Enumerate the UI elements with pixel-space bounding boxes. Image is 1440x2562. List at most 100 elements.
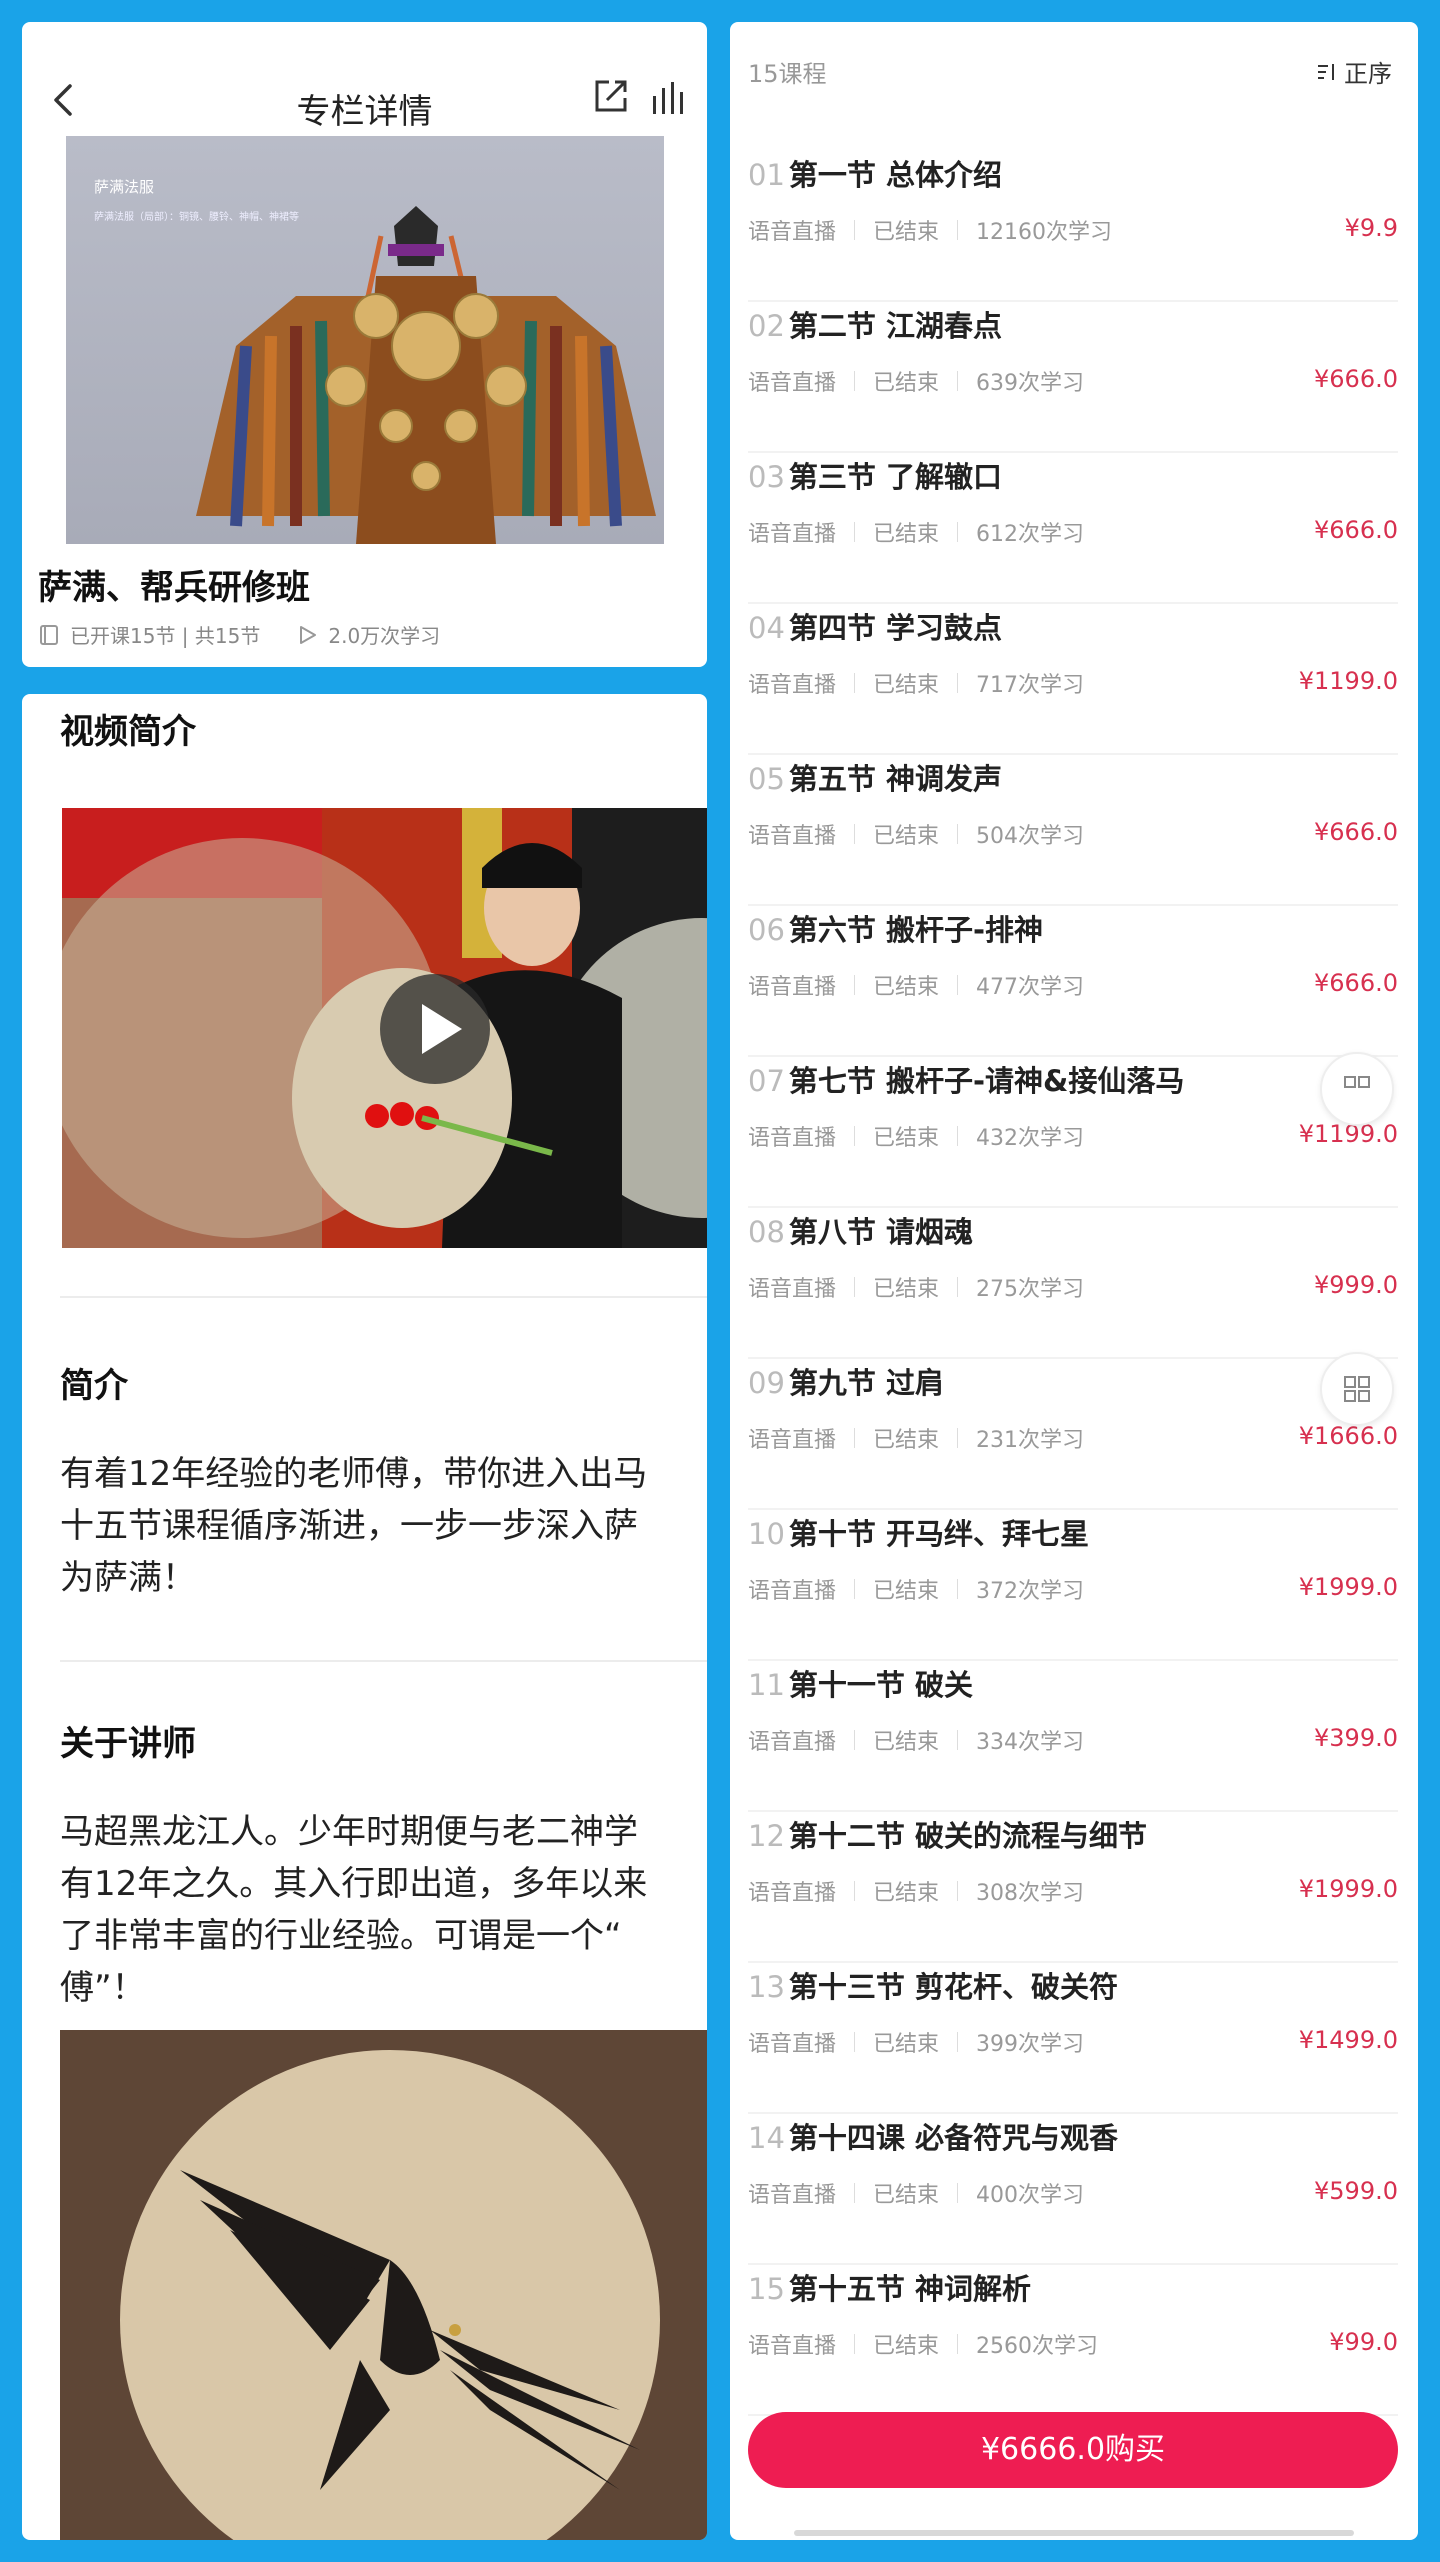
lesson-views: 308次学习: [976, 1881, 1085, 1906]
lesson-price: ¥666.0: [1314, 818, 1398, 846]
lesson-status: 已结束: [873, 673, 940, 698]
lesson-item[interactable]: 07 第七节 搬杆子-请神&接仙落马 语音直播 已结束 432次学习 ¥1199.0: [748, 1058, 1398, 1208]
separator: [854, 1579, 856, 1599]
separator: [957, 673, 959, 693]
lesson-title: 10 第十节 开马绊、拜七星: [748, 1511, 1089, 1553]
column-header-card: 专栏详情 萨满法服 萨满法服（局部）：铜镜、腰铃、神帽、神裙等 萨满、帮兵研修班…: [22, 22, 707, 667]
course-title: 萨满、帮兵研修班: [38, 568, 310, 608]
teacher-text: 马超黑龙江人。少年时期便与老二神学 有12年之久。其入行即出道，多年以来 了非常…: [60, 1812, 648, 2008]
separator: [854, 673, 856, 693]
lesson-item[interactable]: 02 第二节 江湖春点 语音直播 已结束 639次学习 ¥666.0: [748, 303, 1398, 453]
lesson-views: 504次学习: [976, 824, 1085, 849]
lesson-price: ¥1999.0: [1298, 1875, 1398, 1903]
lesson-type: 语音直播: [748, 1126, 837, 1151]
lessons-info: 已开课15节 | 共15节: [70, 624, 261, 648]
lesson-name: 第十节 开马绊、拜七星: [788, 1517, 1090, 1551]
lesson-number: 08: [748, 1215, 785, 1249]
separator: [854, 1126, 856, 1146]
lesson-type: 语音直播: [748, 2334, 837, 2359]
lesson-views: 399次学习: [976, 2032, 1085, 2057]
separator: [957, 1277, 959, 1297]
nav-bar: 专栏详情: [22, 22, 707, 152]
lesson-status: 已结束: [873, 371, 940, 396]
sort-label: 正序: [1344, 60, 1392, 88]
lesson-title: 07 第七节 搬杆子-请神&接仙落马: [748, 1058, 1184, 1100]
lesson-item[interactable]: 15 第十五节 神词解析 语音直播 已结束 2560次学习 ¥99.0: [748, 2266, 1398, 2416]
separator: [957, 2032, 959, 2052]
lesson-item[interactable]: 10 第十节 开马绊、拜七星 语音直播 已结束 372次学习 ¥1999.0: [748, 1511, 1398, 1661]
grid-icon: [1344, 1376, 1370, 1402]
lesson-price: ¥599.0: [1314, 2177, 1398, 2205]
lesson-meta: 语音直播 已结束 504次学习: [748, 818, 1084, 850]
lesson-item[interactable]: 05 第五节 神调发声语音直播 已结束 504次学习 ¥666.0: [748, 756, 1398, 906]
separator: [957, 522, 959, 542]
separator: [957, 2334, 959, 2354]
play-button[interactable]: [380, 974, 490, 1084]
separator: [854, 824, 856, 844]
lesson-item[interactable]: 04 第四节 学习鼓点 语音直播 已结束 717次学习 ¥1199.0: [748, 605, 1398, 755]
lesson-number: 11: [748, 1668, 785, 1702]
lesson-type: 语音直播: [748, 1579, 837, 1604]
lesson-type: 语音直播: [748, 522, 837, 547]
separator: [957, 1881, 959, 1901]
lesson-views: 372次学习: [976, 1579, 1085, 1604]
lesson-item[interactable]: 12 第十二节 破关的流程与细节 语音直播 已结束 308次学习 ¥1999.0: [748, 1813, 1398, 1963]
lesson-item[interactable]: 14 第十四课 必备符咒与观香 语音直播 已结束 400次学习 ¥599.0: [748, 2115, 1398, 2265]
lesson-name: 第十二节 破关的流程与细节: [788, 1819, 1148, 1853]
lesson-price: ¥1666.0: [1298, 1422, 1398, 1450]
separator: [854, 1730, 856, 1750]
lesson-type: 语音直播: [748, 1277, 837, 1302]
lesson-views: 639次学习: [976, 371, 1085, 396]
lesson-type: 语音直播: [748, 673, 837, 698]
intro-card: 视频简介 简介 有着12年经验的老师傅，带你进入出马 十五节课程循序渐进，一步一…: [22, 694, 707, 2540]
separator: [854, 371, 856, 391]
stats-icon[interactable]: [649, 78, 689, 118]
lesson-title: 11 第十一节 破关: [748, 1662, 973, 1704]
floating-grid-button[interactable]: [1320, 1052, 1394, 1126]
lesson-views: 432次学习: [976, 1126, 1085, 1151]
separator: [854, 2334, 856, 2354]
lesson-name: 第四节 学习鼓点: [788, 611, 1003, 645]
share-icon[interactable]: [591, 76, 631, 116]
separator: [854, 2183, 856, 2203]
lesson-item[interactable]: 06 第六节 搬杆子-排神 语音直播 已结束 477次学习 ¥666.0: [748, 907, 1398, 1057]
floating-grid-button[interactable]: [1320, 1352, 1394, 1426]
buy-button[interactable]: ¥6666.0购买: [748, 2412, 1398, 2488]
lesson-title: 05 第五节 神调发声: [748, 756, 1002, 798]
lesson-name: 第十三节 剪花杆、破关符: [788, 1970, 1119, 2004]
lesson-price: ¥999.0: [1314, 1271, 1398, 1299]
lesson-type: 语音直播: [748, 1730, 837, 1755]
lesson-type: 语音直播: [748, 1428, 837, 1453]
lesson-number: 05: [748, 762, 785, 796]
lesson-views: 2560次学习: [976, 2334, 1099, 2359]
lesson-type: 语音直播: [748, 824, 837, 849]
lesson-item[interactable]: 01 第一节 总体介绍 语音直播 已结束 12160次学习 ¥9.9: [748, 152, 1398, 302]
lesson-meta: 语音直播 已结束 334次学习: [748, 1724, 1084, 1756]
course-count: 15课程: [748, 60, 827, 88]
eagle-drum-image: [60, 2030, 707, 2540]
lesson-name: 第七节 搬杆子-请神&接仙落马: [788, 1064, 1185, 1098]
lesson-item[interactable]: 08 第八节 请烟魂 语音直播 已结束 275次学习 ¥999.0: [748, 1209, 1398, 1359]
lesson-item[interactable]: 11 第十一节 破关 语音直播 已结束 334次学习 ¥399.0: [748, 1662, 1398, 1812]
lesson-item[interactable]: 09 第九节 过肩 语音直播 已结束 231次学习 ¥1666.0: [748, 1360, 1398, 1510]
separator: [957, 220, 959, 240]
lesson-title: 09 第九节 过肩: [748, 1360, 944, 1402]
course-cover-image[interactable]: 萨满法服 萨满法服（局部）：铜镜、腰铃、神帽、神裙等: [66, 136, 664, 544]
summary-heading: 简介: [60, 1366, 128, 1406]
lesson-status: 已结束: [873, 220, 940, 245]
lesson-price: ¥666.0: [1314, 516, 1398, 544]
lesson-name: 第十一节 破关: [788, 1668, 974, 1702]
lesson-name: 第十四课 必备符咒与观香: [788, 2121, 1119, 2155]
lesson-item[interactable]: 03 第三节 了解辙口 语音直播 已结束 612次学习 ¥666.0: [748, 454, 1398, 604]
lesson-item[interactable]: 13 第十三节 剪花杆、破关符 语音直播 已结束 399次学习 ¥1499.0: [748, 1964, 1398, 2114]
lesson-type: 语音直播: [748, 1881, 837, 1906]
lesson-number: 03: [748, 460, 785, 494]
lesson-number: 07: [748, 1064, 785, 1098]
video-intro-heading: 视频简介: [60, 712, 196, 752]
lesson-name: 第二节 江湖春点: [788, 309, 1003, 343]
sort-button[interactable]: 正序: [1316, 54, 1392, 89]
intro-video[interactable]: [62, 808, 707, 1248]
play-count-icon: [300, 625, 317, 644]
lesson-status: 已结束: [873, 2183, 940, 2208]
lesson-type: 语音直播: [748, 220, 837, 245]
